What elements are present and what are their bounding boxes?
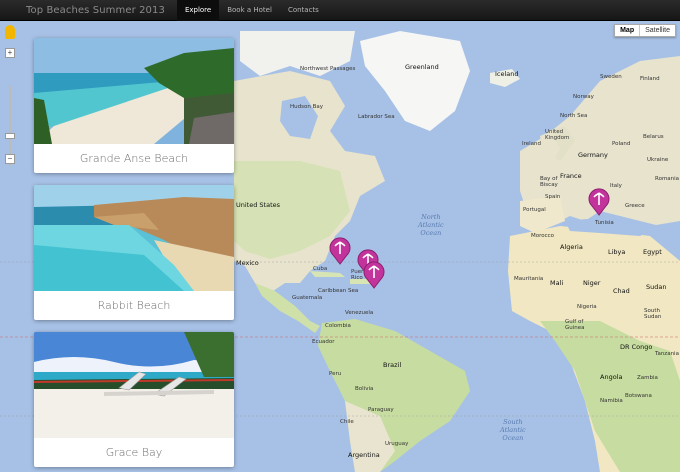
label-poland: Poland (612, 141, 631, 147)
label-hudson-bay: Hudson Bay (290, 104, 323, 110)
label-iceland: Iceland (495, 70, 519, 78)
label-italy: Italy (610, 183, 622, 189)
beach-pin-icon (329, 237, 351, 265)
label-niger: Niger (583, 279, 601, 287)
label-south-sudan: South Sudan (644, 308, 662, 320)
label-romania: Romania (655, 176, 680, 182)
beach-photo (34, 185, 234, 291)
label-north-atlantic: North Atlantic Ocean (418, 213, 444, 237)
label-ecuador: Ecuador (312, 339, 335, 345)
beach-name: Grace Bay (105, 446, 163, 459)
beach-card[interactable]: Grace Bay (34, 332, 234, 467)
label-mexico: Mexico (236, 259, 259, 267)
label-tanzania: Tanzania (655, 351, 679, 357)
label-labrador-sea: Labrador Sea (358, 114, 395, 120)
label-finland: Finland (640, 76, 660, 82)
label-algeria: Algeria (560, 243, 583, 251)
label-tunisia: Tunisia (595, 220, 614, 226)
label-portugal: Portugal (523, 207, 546, 213)
map-type-satellite-button[interactable]: Satellite (640, 25, 675, 36)
label-chile: Chile (340, 419, 354, 425)
map-type-control: Map Satellite (614, 24, 676, 37)
label-chad: Chad (613, 287, 630, 295)
nav-contacts[interactable]: Contacts (280, 0, 327, 21)
label-dr-congo: DR Congo (620, 343, 653, 351)
beach-card[interactable]: Grande Anse Beach (34, 38, 234, 173)
beach-card[interactable]: Rabbit Beach (34, 185, 234, 320)
label-colombia: Colombia (325, 323, 351, 329)
label-cuba: Cuba (313, 266, 328, 272)
top-navbar: Top Beaches Summer 2013 Explore Book a H… (0, 0, 680, 21)
beach-photo (34, 332, 234, 438)
zoom-out-button[interactable]: − (5, 154, 15, 164)
label-peru: Peru (329, 371, 342, 377)
label-zambia: Zambia (637, 375, 658, 381)
label-libya: Libya (608, 248, 626, 256)
beach-pin-icon (363, 261, 385, 289)
label-venezuela: Venezuela (345, 310, 374, 316)
label-norway: Norway (573, 94, 594, 100)
label-mali: Mali (550, 279, 564, 287)
zoom-slider-handle[interactable] (5, 133, 15, 139)
nav-explore[interactable]: Explore (176, 0, 220, 21)
label-united-kingdom: United Kingdom (545, 129, 570, 141)
label-united-states: United States (236, 201, 281, 209)
label-northwest-passages: Northwest Passages (300, 66, 356, 72)
label-south-atlantic: South Atlantic Ocean (500, 418, 526, 442)
label-mauritania: Mauritania (514, 276, 544, 282)
map-marker-beach[interactable] (362, 259, 386, 289)
label-brazil: Brazil (383, 361, 402, 369)
label-greece: Greece (625, 203, 645, 209)
label-ireland: Ireland (522, 141, 542, 147)
beach-name: Rabbit Beach (97, 299, 171, 312)
label-germany: Germany (578, 151, 608, 159)
beach-pin-icon (588, 188, 610, 216)
label-belarus: Belarus (643, 134, 664, 140)
label-france: France (560, 172, 582, 180)
label-uruguay: Uruguay (385, 441, 409, 447)
beach-photo (34, 38, 234, 144)
label-gulf-of-guinea: Gulf of Guinea (565, 319, 585, 331)
map-marker-beach[interactable] (328, 235, 352, 265)
label-morocco: Morocco (531, 233, 555, 239)
zoom-in-button[interactable]: + (5, 48, 15, 58)
label-north-sea: North Sea (560, 113, 588, 119)
beach-name: Grande Anse Beach (79, 152, 189, 165)
label-angola: Angola (600, 373, 623, 381)
nav-book-hotel[interactable]: Book a Hotel (219, 0, 280, 21)
map-marker-beach[interactable] (587, 186, 611, 216)
label-spain: Spain (545, 194, 561, 200)
label-nigeria: Nigeria (577, 304, 597, 310)
label-sudan: Sudan (646, 283, 667, 291)
label-ukraine: Ukraine (647, 157, 669, 163)
label-egypt: Egypt (643, 248, 662, 256)
label-greenland: Greenland (405, 63, 439, 71)
brand-title[interactable]: Top Beaches Summer 2013 (0, 5, 177, 16)
label-paraguay: Paraguay (368, 407, 394, 413)
label-guatemala: Guatemala (292, 295, 323, 301)
label-bay-of-biscay: Bay of Biscay (540, 176, 558, 188)
label-botswana: Botswana (625, 393, 652, 399)
label-caribbean-sea: Caribbean Sea (318, 288, 359, 294)
label-bolivia: Bolivia (355, 386, 374, 392)
map-type-map-button[interactable]: Map (615, 25, 641, 36)
label-sweden: Sweden (600, 74, 622, 80)
label-namibia: Namibia (600, 398, 623, 404)
street-view-pegman-icon[interactable] (5, 25, 15, 39)
label-argentina: Argentina (348, 451, 380, 459)
